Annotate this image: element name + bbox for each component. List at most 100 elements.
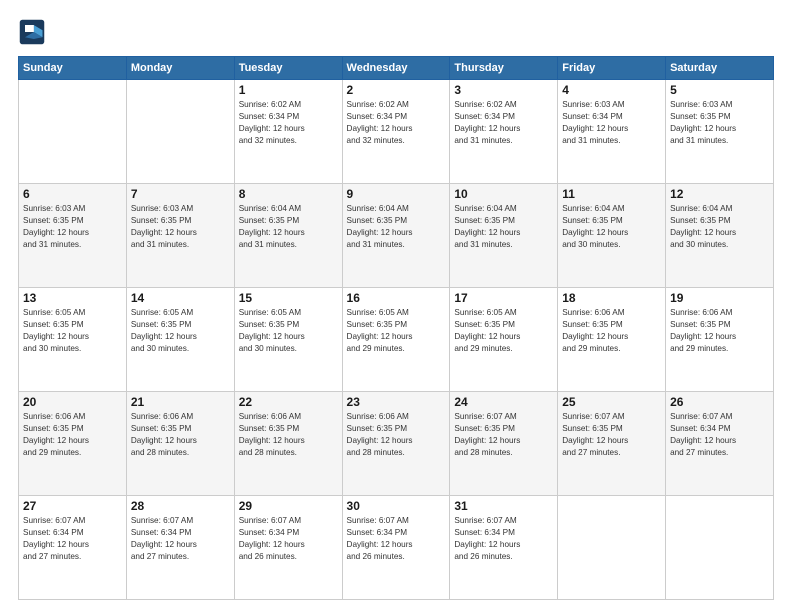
calendar-cell: 27 Sunrise: 6:07 AM Sunset: 6:34 PM Dayli… [19, 496, 127, 600]
weekday-header: Friday [558, 57, 666, 80]
calendar-cell: 9 Sunrise: 6:04 AM Sunset: 6:35 PM Daylig… [342, 184, 450, 288]
day-number: 15 [239, 291, 338, 305]
calendar-week-row: 6 Sunrise: 6:03 AM Sunset: 6:35 PM Daylig… [19, 184, 774, 288]
day-number: 16 [347, 291, 446, 305]
day-info: Sunrise: 6:05 AM Sunset: 6:35 PM Dayligh… [454, 307, 553, 355]
calendar-week-row: 20 Sunrise: 6:06 AM Sunset: 6:35 PM Dayli… [19, 392, 774, 496]
day-info: Sunrise: 6:06 AM Sunset: 6:35 PM Dayligh… [131, 411, 230, 459]
calendar-cell: 19 Sunrise: 6:06 AM Sunset: 6:35 PM Dayli… [666, 288, 774, 392]
logo-icon [18, 18, 46, 46]
day-info: Sunrise: 6:07 AM Sunset: 6:34 PM Dayligh… [131, 515, 230, 563]
calendar-cell: 1Sunrise: 6:02 AM Sunset: 6:34 PM Daylig… [234, 80, 342, 184]
day-number: 9 [347, 187, 446, 201]
day-number: 30 [347, 499, 446, 513]
day-number: 12 [670, 187, 769, 201]
day-number: 23 [347, 395, 446, 409]
day-number: 13 [23, 291, 122, 305]
day-info: Sunrise: 6:04 AM Sunset: 6:35 PM Dayligh… [347, 203, 446, 251]
day-info: Sunrise: 6:06 AM Sunset: 6:35 PM Dayligh… [562, 307, 661, 355]
day-info: Sunrise: 6:06 AM Sunset: 6:35 PM Dayligh… [239, 411, 338, 459]
day-info: Sunrise: 6:06 AM Sunset: 6:35 PM Dayligh… [23, 411, 122, 459]
calendar-cell: 15Sunrise: 6:05 AM Sunset: 6:35 PM Dayli… [234, 288, 342, 392]
calendar-cell: 28 Sunrise: 6:07 AM Sunset: 6:34 PM Dayli… [126, 496, 234, 600]
day-number: 6 [23, 187, 122, 201]
day-info: Sunrise: 6:07 AM Sunset: 6:34 PM Dayligh… [239, 515, 338, 563]
calendar-cell: 12Sunrise: 6:04 AM Sunset: 6:35 PM Dayli… [666, 184, 774, 288]
day-info: Sunrise: 6:04 AM Sunset: 6:35 PM Dayligh… [454, 203, 553, 251]
calendar-cell [19, 80, 127, 184]
day-number: 10 [454, 187, 553, 201]
calendar-body: 1Sunrise: 6:02 AM Sunset: 6:34 PM Daylig… [19, 80, 774, 600]
calendar-cell: 23 Sunrise: 6:06 AM Sunset: 6:35 PM Dayli… [342, 392, 450, 496]
day-number: 19 [670, 291, 769, 305]
day-number: 3 [454, 83, 553, 97]
calendar-cell: 29 Sunrise: 6:07 AM Sunset: 6:34 PM Dayli… [234, 496, 342, 600]
day-info: Sunrise: 6:07 AM Sunset: 6:35 PM Dayligh… [454, 411, 553, 459]
day-info: Sunrise: 6:02 AM Sunset: 6:34 PM Dayligh… [347, 99, 446, 147]
day-info: Sunrise: 6:03 AM Sunset: 6:34 PM Dayligh… [562, 99, 661, 147]
calendar-cell [558, 496, 666, 600]
day-number: 5 [670, 83, 769, 97]
day-info: Sunrise: 6:04 AM Sunset: 6:35 PM Dayligh… [239, 203, 338, 251]
calendar-table: SundayMondayTuesdayWednesdayThursdayFrid… [18, 56, 774, 600]
day-info: Sunrise: 6:02 AM Sunset: 6:34 PM Dayligh… [454, 99, 553, 147]
day-info: Sunrise: 6:03 AM Sunset: 6:35 PM Dayligh… [23, 203, 122, 251]
day-number: 8 [239, 187, 338, 201]
day-number: 7 [131, 187, 230, 201]
day-info: Sunrise: 6:07 AM Sunset: 6:34 PM Dayligh… [454, 515, 553, 563]
calendar-cell: 13 Sunrise: 6:05 AM Sunset: 6:35 PM Dayli… [19, 288, 127, 392]
calendar-cell: 20 Sunrise: 6:06 AM Sunset: 6:35 PM Dayli… [19, 392, 127, 496]
calendar-header-row: SundayMondayTuesdayWednesdayThursdayFrid… [19, 57, 774, 80]
day-info: Sunrise: 6:02 AM Sunset: 6:34 PM Dayligh… [239, 99, 338, 147]
calendar-cell: 10 Sunrise: 6:04 AM Sunset: 6:35 PM Dayli… [450, 184, 558, 288]
day-number: 27 [23, 499, 122, 513]
weekday-header: Tuesday [234, 57, 342, 80]
calendar-cell: 11Sunrise: 6:04 AM Sunset: 6:35 PM Dayli… [558, 184, 666, 288]
calendar-cell: 2 Sunrise: 6:02 AM Sunset: 6:34 PM Daylig… [342, 80, 450, 184]
header [18, 18, 774, 46]
day-info: Sunrise: 6:03 AM Sunset: 6:35 PM Dayligh… [131, 203, 230, 251]
day-number: 25 [562, 395, 661, 409]
day-number: 22 [239, 395, 338, 409]
page: SundayMondayTuesdayWednesdayThursdayFrid… [0, 0, 792, 612]
day-number: 28 [131, 499, 230, 513]
day-number: 24 [454, 395, 553, 409]
day-number: 21 [131, 395, 230, 409]
day-info: Sunrise: 6:06 AM Sunset: 6:35 PM Dayligh… [670, 307, 769, 355]
calendar-cell [666, 496, 774, 600]
calendar-cell: 26Sunrise: 6:07 AM Sunset: 6:34 PM Dayli… [666, 392, 774, 496]
calendar-cell: 24 Sunrise: 6:07 AM Sunset: 6:35 PM Dayli… [450, 392, 558, 496]
calendar-cell: 6 Sunrise: 6:03 AM Sunset: 6:35 PM Daylig… [19, 184, 127, 288]
day-number: 31 [454, 499, 553, 513]
calendar-cell: 31 Sunrise: 6:07 AM Sunset: 6:34 PM Dayli… [450, 496, 558, 600]
calendar-cell: 7 Sunrise: 6:03 AM Sunset: 6:35 PM Daylig… [126, 184, 234, 288]
calendar-cell: 8 Sunrise: 6:04 AM Sunset: 6:35 PM Daylig… [234, 184, 342, 288]
day-number: 29 [239, 499, 338, 513]
calendar-week-row: 27 Sunrise: 6:07 AM Sunset: 6:34 PM Dayli… [19, 496, 774, 600]
weekday-header: Sunday [19, 57, 127, 80]
weekday-header: Wednesday [342, 57, 450, 80]
calendar-cell: 4Sunrise: 6:03 AM Sunset: 6:34 PM Daylig… [558, 80, 666, 184]
day-number: 17 [454, 291, 553, 305]
day-info: Sunrise: 6:07 AM Sunset: 6:34 PM Dayligh… [670, 411, 769, 459]
day-number: 20 [23, 395, 122, 409]
day-info: Sunrise: 6:06 AM Sunset: 6:35 PM Dayligh… [347, 411, 446, 459]
calendar-cell: 21 Sunrise: 6:06 AM Sunset: 6:35 PM Dayli… [126, 392, 234, 496]
day-info: Sunrise: 6:07 AM Sunset: 6:34 PM Dayligh… [23, 515, 122, 563]
calendar-cell: 14Sunrise: 6:05 AM Sunset: 6:35 PM Dayli… [126, 288, 234, 392]
day-info: Sunrise: 6:03 AM Sunset: 6:35 PM Dayligh… [670, 99, 769, 147]
calendar-cell: 22 Sunrise: 6:06 AM Sunset: 6:35 PM Dayli… [234, 392, 342, 496]
calendar-cell: 30Sunrise: 6:07 AM Sunset: 6:34 PM Dayli… [342, 496, 450, 600]
day-number: 18 [562, 291, 661, 305]
calendar-cell: 16 Sunrise: 6:05 AM Sunset: 6:35 PM Dayli… [342, 288, 450, 392]
calendar-cell [126, 80, 234, 184]
calendar-cell: 3 Sunrise: 6:02 AM Sunset: 6:34 PM Daylig… [450, 80, 558, 184]
day-number: 2 [347, 83, 446, 97]
day-info: Sunrise: 6:05 AM Sunset: 6:35 PM Dayligh… [347, 307, 446, 355]
calendar-week-row: 1Sunrise: 6:02 AM Sunset: 6:34 PM Daylig… [19, 80, 774, 184]
calendar-cell: 5 Sunrise: 6:03 AM Sunset: 6:35 PM Daylig… [666, 80, 774, 184]
calendar-cell: 17 Sunrise: 6:05 AM Sunset: 6:35 PM Dayli… [450, 288, 558, 392]
calendar-cell: 25Sunrise: 6:07 AM Sunset: 6:35 PM Dayli… [558, 392, 666, 496]
day-info: Sunrise: 6:05 AM Sunset: 6:35 PM Dayligh… [23, 307, 122, 355]
weekday-header: Saturday [666, 57, 774, 80]
